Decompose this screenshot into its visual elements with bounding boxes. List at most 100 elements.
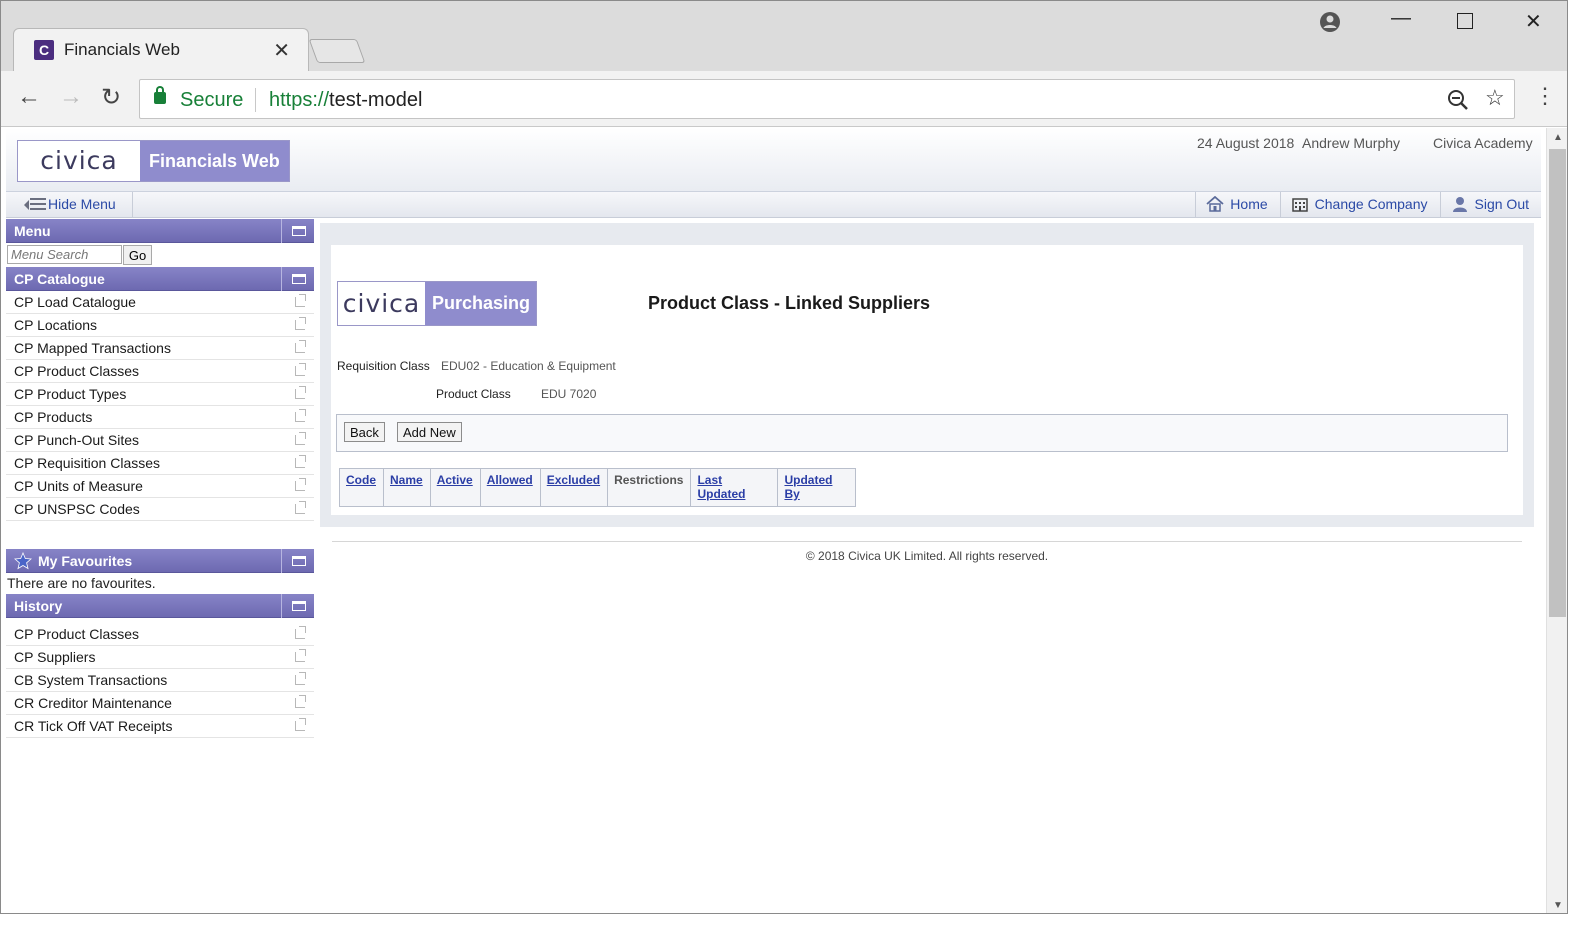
menu-item-cp-unspsc-codes[interactable]: CP UNSPSC Codes: [6, 498, 314, 521]
sign-out-label: Sign Out: [1474, 196, 1529, 212]
column-header-allowed[interactable]: Allowed: [479, 468, 541, 507]
catalogue-up-icon[interactable]: [281, 267, 314, 291]
profile-icon[interactable]: [1319, 11, 1341, 33]
menu-item-label: CP Product Types: [14, 386, 127, 402]
open-external-icon[interactable]: [295, 432, 306, 445]
last-updated-line-2: Updated: [697, 487, 746, 501]
history-item-cp-product-classes[interactable]: CP Product Classes: [6, 623, 314, 646]
product-class-value: EDU 7020: [541, 387, 597, 401]
menu-item-cp-products[interactable]: CP Products: [6, 406, 314, 429]
menu-item-cp-units-of-measure[interactable]: CP Units of Measure: [6, 475, 314, 498]
tab-close-icon[interactable]: ✕: [273, 38, 290, 63]
open-external-icon[interactable]: [295, 386, 306, 399]
column-header-updated-by[interactable]: Updated By: [777, 468, 857, 507]
back-arrow-icon[interactable]: ←: [17, 83, 41, 111]
menu-panel-title: Menu: [14, 223, 51, 239]
column-header-name[interactable]: Name: [383, 468, 431, 507]
open-external-icon[interactable]: [295, 649, 306, 662]
open-external-icon[interactable]: [295, 294, 306, 307]
column-header-excluded[interactable]: Excluded: [539, 468, 609, 507]
history-item-cr-tick-off-vat-receipts[interactable]: CR Tick Off VAT Receipts: [6, 715, 314, 738]
history-item-label: CR Creditor Maintenance: [14, 695, 172, 711]
requisition-class-value: EDU02 - Education & Equipment: [441, 359, 616, 373]
history-item-label: CR Tick Off VAT Receipts: [14, 718, 173, 734]
footer-divider: [332, 541, 1522, 542]
menu-collapse-icon[interactable]: [281, 219, 314, 243]
history-collapse-icon[interactable]: [281, 594, 314, 618]
open-external-icon[interactable]: [295, 478, 306, 491]
menu-search-input[interactable]: [7, 245, 122, 264]
menu-item-cp-load-catalogue[interactable]: CP Load Catalogue: [6, 291, 314, 314]
sort-active-link[interactable]: Active: [437, 473, 473, 487]
sort-updated-by-link[interactable]: Updated By: [784, 473, 832, 501]
restrictions-header-label: Restrictions: [614, 473, 684, 487]
open-external-icon[interactable]: [295, 718, 306, 731]
page-scrollbar[interactable]: ▲ ▼: [1546, 128, 1567, 913]
browser-menu-icon[interactable]: ⋮: [1534, 83, 1556, 109]
forward-arrow-icon[interactable]: →: [59, 83, 83, 111]
sort-code-link[interactable]: Code: [346, 473, 376, 487]
minimize-icon[interactable]: —: [1391, 7, 1411, 30]
favourites-collapse-icon[interactable]: [281, 549, 314, 573]
back-button[interactable]: Back: [344, 422, 385, 442]
requisition-class-label: Requisition Class: [337, 359, 430, 373]
scroll-down-arrow-icon[interactable]: ▼: [1553, 900, 1563, 911]
browser-tab-active[interactable]: C Financials Web ✕: [13, 28, 309, 71]
column-header-restrictions: Restrictions: [607, 468, 692, 507]
address-bar[interactable]: Secure https://test-model ☆: [139, 79, 1515, 119]
menu-item-cp-locations[interactable]: CP Locations: [6, 314, 314, 337]
open-external-icon[interactable]: [295, 455, 306, 468]
civica-logo-text: civica: [18, 141, 140, 181]
open-external-icon[interactable]: [295, 672, 306, 685]
scroll-up-arrow-icon[interactable]: ▲: [1553, 132, 1563, 143]
app-header: civica Financials Web 24 August 2018 And…: [6, 128, 1541, 192]
column-header-active[interactable]: Active: [429, 468, 481, 507]
sort-excluded-link[interactable]: Excluded: [547, 473, 600, 487]
zoom-icon[interactable]: [1446, 88, 1470, 112]
sign-out-link[interactable]: Sign Out: [1439, 192, 1541, 217]
sort-last-updated-link[interactable]: Last Updated: [697, 473, 745, 501]
add-new-button[interactable]: Add New: [397, 422, 462, 442]
open-external-icon[interactable]: [295, 501, 306, 514]
menu-item-cp-mapped-transactions[interactable]: CP Mapped Transactions: [6, 337, 314, 360]
history-item-cb-system-transactions[interactable]: CB System Transactions: [6, 669, 314, 692]
header-company: Civica Academy: [1433, 135, 1533, 151]
hide-menu-label: Hide Menu: [48, 196, 116, 212]
scrollbar-thumb[interactable]: [1549, 149, 1566, 617]
reload-icon[interactable]: ↻: [101, 83, 121, 112]
column-header-last-updated[interactable]: Last Updated: [690, 468, 779, 507]
footer-copyright: © 2018 Civica UK Limited. All rights res…: [805, 549, 1049, 563]
maximize-icon[interactable]: [1457, 13, 1473, 29]
sort-name-link[interactable]: Name: [390, 473, 423, 487]
main-content: civica Purchasing Product Class - Linked…: [331, 245, 1523, 515]
bookmark-star-icon[interactable]: ☆: [1485, 85, 1505, 111]
new-tab-button[interactable]: [308, 39, 366, 63]
sort-allowed-link[interactable]: Allowed: [487, 473, 533, 487]
star-icon: [14, 552, 32, 570]
column-header-code[interactable]: Code: [339, 468, 384, 507]
hide-menu-button[interactable]: Hide Menu: [10, 192, 133, 217]
favourites-empty-text: There are no favourites.: [7, 575, 156, 591]
catalogue-panel-header[interactable]: CP Catalogue: [6, 267, 314, 291]
page-viewport: civica Financials Web 24 August 2018 And…: [1, 128, 1546, 913]
open-external-icon[interactable]: [295, 695, 306, 708]
history-item-cp-suppliers[interactable]: CP Suppliers: [6, 646, 314, 669]
menu-search-go-button[interactable]: Go: [123, 245, 152, 265]
open-external-icon[interactable]: [295, 340, 306, 353]
open-external-icon[interactable]: [295, 317, 306, 330]
window-close-icon[interactable]: ✕: [1525, 9, 1542, 34]
menu-item-cp-product-classes[interactable]: CP Product Classes: [6, 360, 314, 383]
menu-item-cp-requisition-classes[interactable]: CP Requisition Classes: [6, 452, 314, 475]
menu-item-cp-punch-out-sites[interactable]: CP Punch-Out Sites: [6, 429, 314, 452]
menu-item-cp-product-types[interactable]: CP Product Types: [6, 383, 314, 406]
home-label: Home: [1230, 196, 1268, 212]
url-text[interactable]: https://test-model: [269, 89, 422, 112]
history-item-cr-creditor-maintenance[interactable]: CR Creditor Maintenance: [6, 692, 314, 715]
open-external-icon[interactable]: [295, 409, 306, 422]
open-external-icon[interactable]: [295, 363, 306, 376]
home-link[interactable]: Home: [1195, 192, 1279, 217]
updated-by-line-1: Updated: [784, 473, 833, 487]
change-company-link[interactable]: Change Company: [1279, 192, 1440, 217]
open-external-icon[interactable]: [295, 626, 306, 639]
